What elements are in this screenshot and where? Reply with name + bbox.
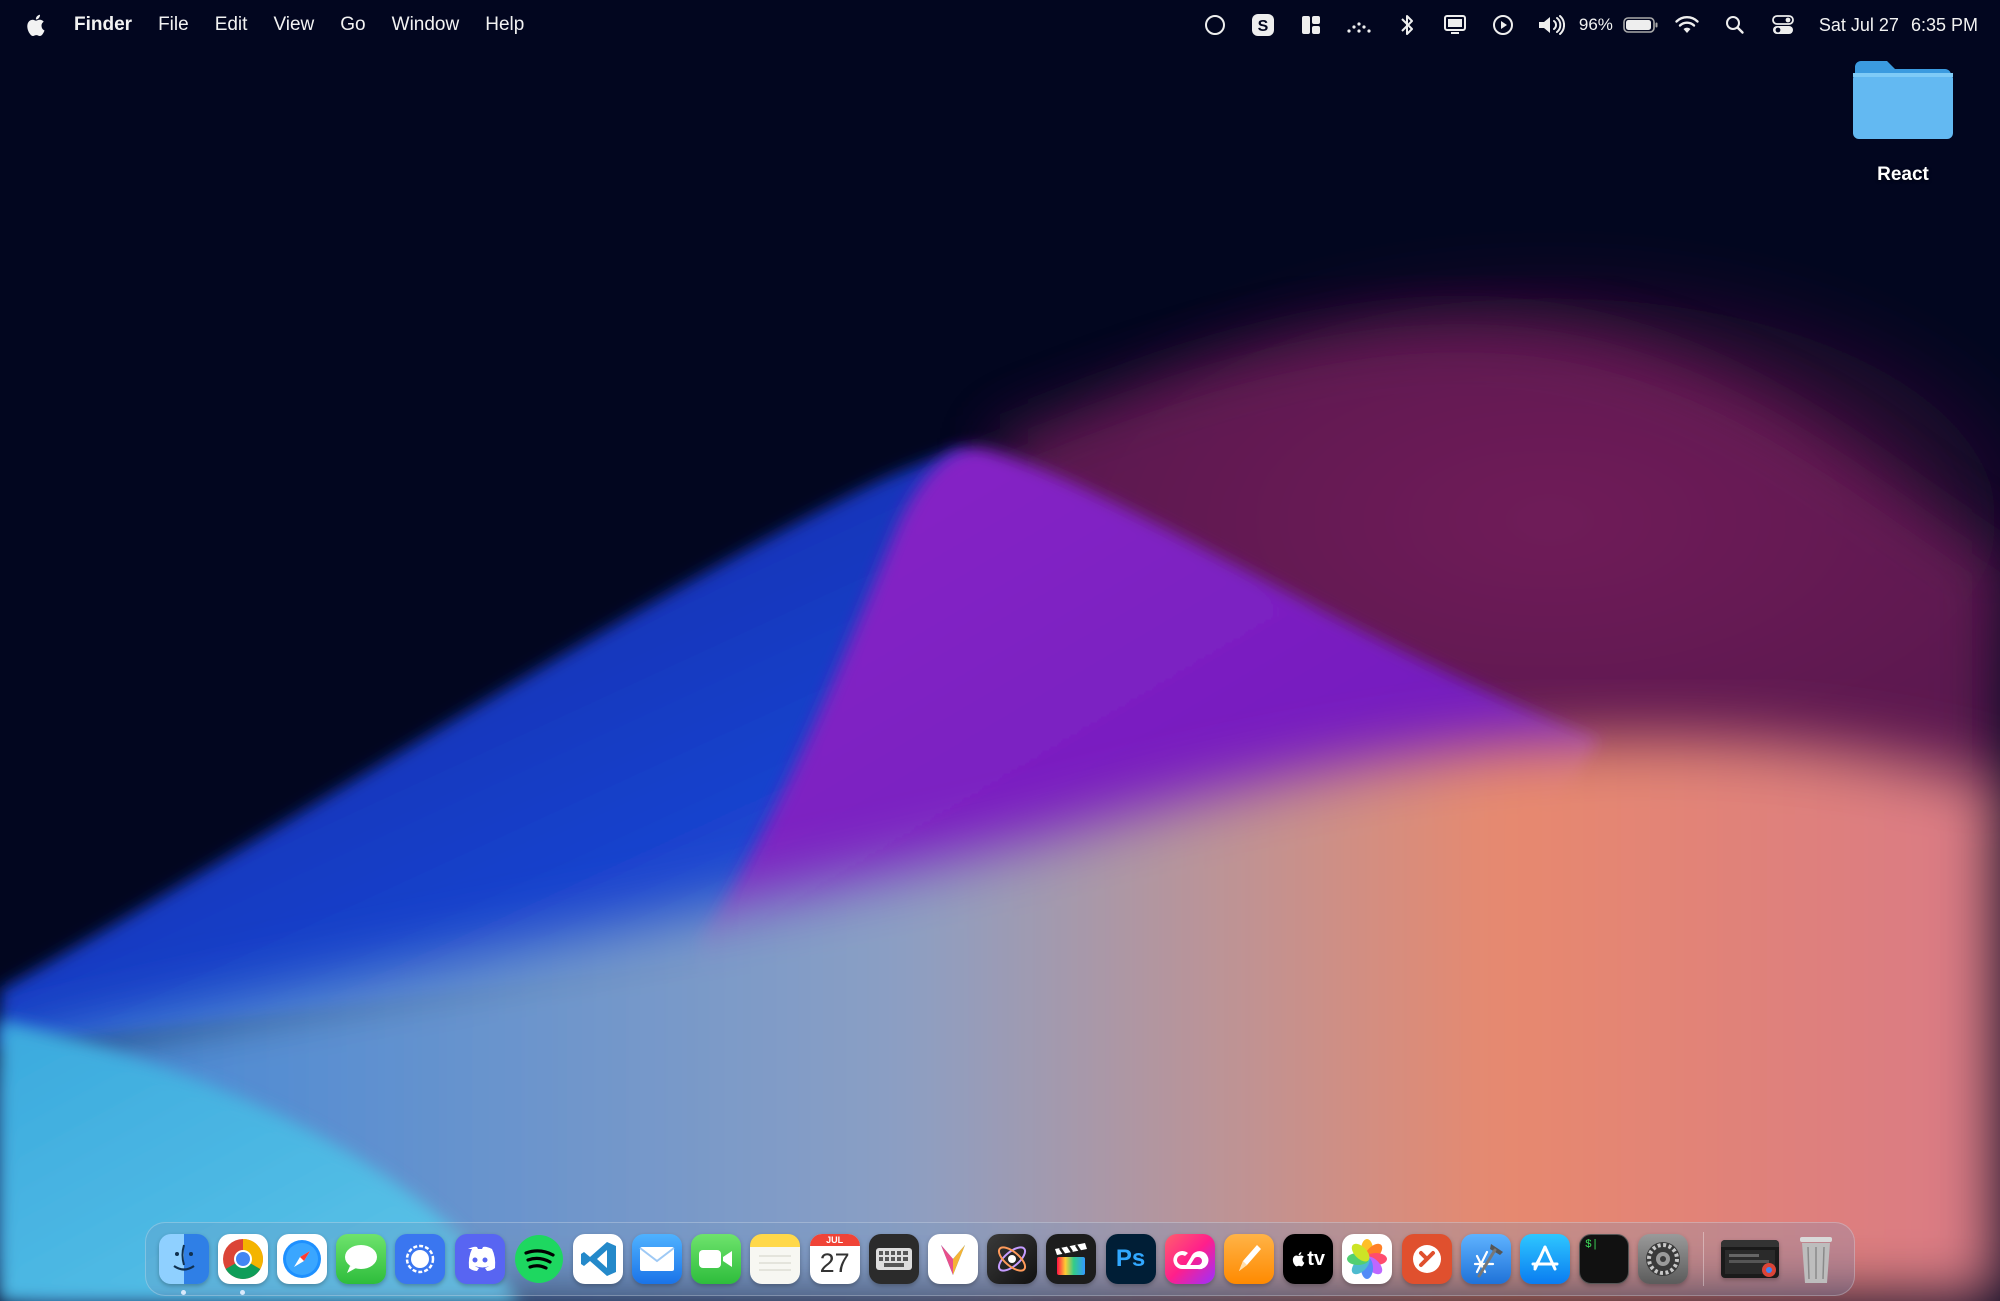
dock-app-final-cut[interactable] [1042, 1229, 1101, 1289]
volume-icon[interactable] [1527, 0, 1575, 50]
dock-app-vscode[interactable] [568, 1229, 627, 1289]
appletv-icon: tv [1283, 1234, 1334, 1284]
calendar-icon: JUL 27 [809, 1234, 860, 1284]
clock-date: Sat Jul 27 [1818, 14, 1899, 35]
chrome-icon [217, 1234, 268, 1284]
spotlight-search-icon[interactable] [1711, 0, 1759, 50]
creative-cloud-icon [1164, 1234, 1215, 1284]
mail-icon [632, 1234, 683, 1284]
dock-app-terminal[interactable]: $| [1575, 1229, 1634, 1289]
menu-edit[interactable]: Edit [202, 14, 261, 36]
dock-app-facetime[interactable] [687, 1229, 746, 1289]
wifi-icon[interactable] [1663, 0, 1711, 50]
discord-icon [454, 1234, 505, 1284]
dock-app-apple-tv[interactable]: tv [1279, 1229, 1338, 1289]
terminal-prompt: $| [1585, 1239, 1599, 1251]
menu-view[interactable]: View [260, 14, 327, 36]
clock[interactable]: Sat Jul 27 6:35 PM [1819, 15, 1978, 36]
menu-app-finder[interactable]: Finder [70, 14, 145, 36]
signal-icon [395, 1234, 446, 1284]
spotify-icon [514, 1234, 564, 1284]
menu-bar: Finder File Edit View Go Window Help S 9… [0, 0, 2000, 50]
motion-icon [987, 1234, 1038, 1284]
running-indicator [240, 1290, 246, 1295]
affinity-icon [928, 1234, 979, 1284]
dock-app-xcode[interactable] [1456, 1229, 1515, 1289]
calendar-month: JUL [809, 1234, 860, 1246]
calendar-day: 27 [819, 1248, 850, 1278]
window-thumbnail-icon [1721, 1240, 1780, 1278]
dock-app-safari[interactable] [272, 1229, 331, 1289]
dock-app-app-store[interactable] [1515, 1229, 1574, 1289]
menu-bar-left: Finder File Edit View Go Window Help [0, 0, 537, 50]
moon-clock-icon[interactable] [1191, 0, 1239, 50]
dock-app-photoshop[interactable]: Ps [1101, 1229, 1160, 1289]
dock-separator [1702, 1232, 1704, 1286]
dock-app-keyboard-viewer[interactable] [864, 1229, 923, 1289]
clapper-icon [1046, 1234, 1097, 1284]
running-indicator [181, 1290, 186, 1295]
remote-desktop-icon [1401, 1234, 1452, 1284]
dock-app-mail[interactable] [628, 1229, 687, 1289]
keyboard-icon [868, 1234, 919, 1284]
dock-trash[interactable] [1787, 1229, 1846, 1289]
facetime-icon [691, 1234, 742, 1284]
clock-time: 6:35 PM [1910, 14, 1978, 35]
dock-app-chrome[interactable] [213, 1229, 272, 1295]
s-badge-icon[interactable]: S [1239, 0, 1287, 50]
desktop-wallpaper [0, 0, 2000, 1301]
dock-app-notes[interactable] [746, 1229, 805, 1289]
pencil-icon [1223, 1234, 1274, 1284]
window-layout-icon[interactable] [1287, 0, 1335, 50]
messages-icon [336, 1234, 387, 1284]
dock-app-finder[interactable] [154, 1229, 213, 1295]
safari-icon [276, 1234, 327, 1284]
dock-app-creative-cloud[interactable] [1160, 1229, 1219, 1289]
dock-app-calendar[interactable]: JUL 27 [805, 1229, 864, 1289]
photoshop-label: Ps [1115, 1245, 1146, 1272]
menu-help[interactable]: Help [472, 14, 537, 36]
folder-label: React [1877, 164, 1929, 185]
finder-icon [158, 1234, 209, 1284]
dock-app-remote-desktop[interactable] [1397, 1229, 1456, 1289]
display-icon[interactable] [1431, 0, 1479, 50]
menu-bar-status: S 96% Sat Jul 27 6:35 PM [1191, 0, 2000, 50]
menu-window[interactable]: Window [379, 14, 473, 36]
gear-icon [1638, 1234, 1689, 1284]
dock-app-messages[interactable] [332, 1229, 391, 1289]
appletv-label: tv [1307, 1247, 1326, 1270]
trash-icon [1791, 1234, 1841, 1284]
play-circle-icon[interactable] [1479, 0, 1527, 50]
dock-app-photos[interactable] [1338, 1229, 1397, 1289]
xcode-icon [1460, 1234, 1511, 1284]
vscode-icon [572, 1234, 623, 1284]
dock-app-motion[interactable] [983, 1229, 1042, 1289]
control-center-icon[interactable] [1759, 0, 1807, 50]
menu-file[interactable]: File [145, 14, 202, 36]
menu-go[interactable]: Go [327, 14, 378, 36]
appstore-icon [1519, 1234, 1570, 1284]
notes-icon [750, 1234, 801, 1284]
folder-icon [1851, 55, 1955, 148]
dock-app-pages[interactable] [1219, 1229, 1278, 1289]
svg-text:S: S [1258, 18, 1269, 35]
photoshop-icon: Ps [1105, 1234, 1156, 1284]
dots-wave-icon[interactable] [1335, 0, 1383, 50]
battery-icon[interactable] [1619, 0, 1663, 50]
dock-app-signal[interactable] [391, 1229, 450, 1289]
dock-app-spotify[interactable] [509, 1229, 568, 1289]
dock-app-affinity[interactable] [923, 1229, 982, 1289]
bluetooth-icon[interactable] [1383, 0, 1431, 50]
dock-recent-window[interactable] [1714, 1229, 1787, 1289]
apple-menu-icon[interactable] [0, 13, 70, 37]
battery-percentage: 96% [1578, 15, 1613, 34]
dock-app-system-settings[interactable] [1634, 1229, 1693, 1289]
dock-app-discord[interactable] [450, 1229, 509, 1289]
terminal-icon: $| [1579, 1234, 1630, 1284]
photos-icon [1342, 1234, 1393, 1284]
desktop-folder-react[interactable]: React [1835, 55, 1971, 186]
dock: JUL 27 Ps tv $| [145, 1222, 1855, 1296]
